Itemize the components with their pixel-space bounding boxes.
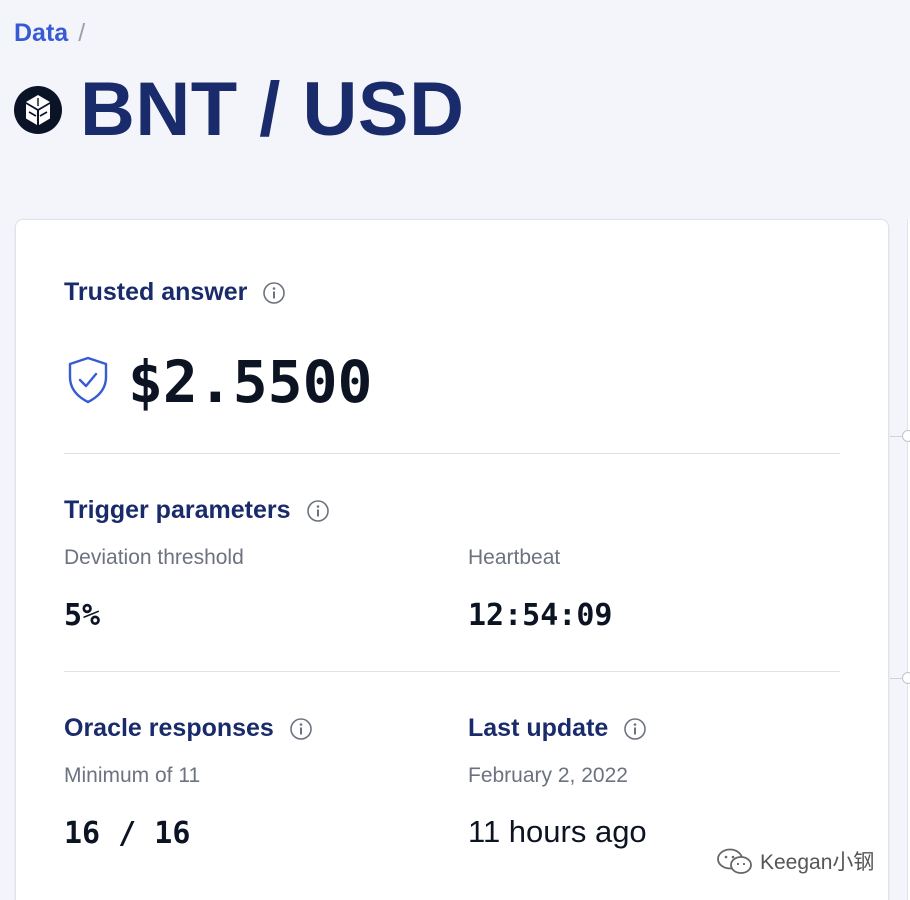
connector-node <box>902 430 910 442</box>
oracle-responses-title: Oracle responses <box>64 714 274 742</box>
trusted-answer-heading: Trusted answer <box>64 278 286 307</box>
watermark-text: Keegan小钢 <box>760 851 875 874</box>
connector-node <box>902 672 910 684</box>
bancor-logo-icon <box>14 86 62 134</box>
info-icon[interactable] <box>624 717 647 740</box>
trusted-answer-title: Trusted answer <box>64 278 248 306</box>
last-update-date: February 2, 2022 <box>468 764 628 787</box>
page-header: BNT / USD <box>14 72 465 148</box>
trusted-answer-value: $2.5500 <box>128 348 373 416</box>
wechat-icon <box>717 848 752 874</box>
page: Data / BNT / USD Trusted answer $2.5500 … <box>0 0 910 900</box>
heartbeat-label: Heartbeat <box>468 546 561 569</box>
heartbeat-value: 12:54:09 <box>468 598 613 633</box>
info-icon[interactable] <box>290 717 312 740</box>
breadcrumb-link-data[interactable]: Data <box>14 19 68 48</box>
trigger-parameters-heading: Trigger parameters <box>64 496 329 525</box>
last-update-title: Last update <box>468 714 609 742</box>
breadcrumb-separator: / <box>78 19 86 47</box>
info-icon[interactable] <box>263 281 286 304</box>
watermark: Keegan小钢 <box>716 846 874 876</box>
last-update-heading: Last update <box>468 714 647 743</box>
divider <box>64 453 840 454</box>
trigger-parameters-title: Trigger parameters <box>64 496 291 524</box>
breadcrumb: Data / <box>14 19 85 48</box>
last-update-relative: 11 hours ago <box>468 814 647 849</box>
deviation-threshold-value: 5% <box>64 598 101 633</box>
info-icon[interactable] <box>306 499 329 522</box>
shield-check-icon <box>66 355 110 410</box>
divider <box>64 671 840 672</box>
deviation-threshold-label: Deviation threshold <box>64 546 244 569</box>
feed-details-card: Trusted answer $2.5500 Trigger parameter… <box>15 219 889 900</box>
oracle-responses-value: 16 / 16 <box>64 816 191 851</box>
page-title: BNT / USD <box>80 67 465 152</box>
oracle-minimum-label: Minimum of 11 <box>64 764 201 787</box>
oracle-responses-heading: Oracle responses <box>64 714 312 743</box>
